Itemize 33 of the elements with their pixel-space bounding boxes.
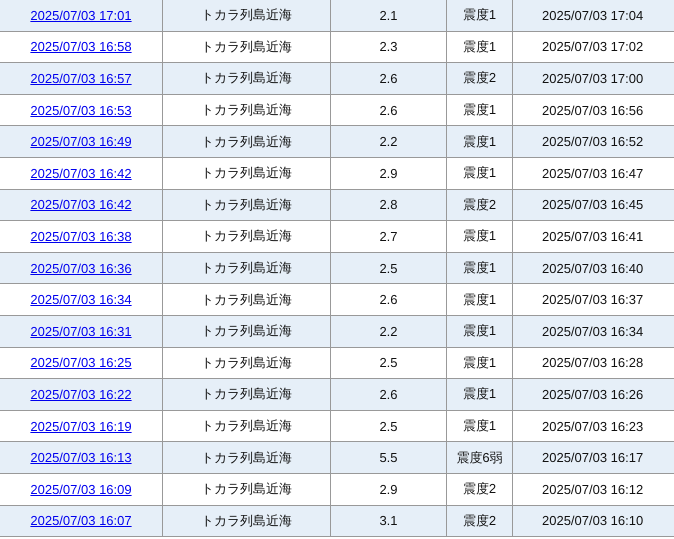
intensity-cell: 震度1 [446,378,512,410]
intensity-cell: 震度1 [446,315,512,348]
region-cell: トカラ列島近海 [162,378,330,410]
intensity-cell: 震度2 [446,473,512,505]
region-cell: トカラ列島近海 [162,0,330,32]
region-cell: トカラ列島近海 [162,284,330,316]
intensity-cell: 震度1 [446,220,512,252]
magnitude-cell: 2.9 [330,157,446,190]
intensity-cell: 震度1 [446,157,512,190]
magnitude-cell: 2.2 [330,315,446,348]
region-cell: トカラ列島近海 [162,442,330,474]
region-cell: トカラ列島近海 [162,505,330,537]
region-cell: トカラ列島近海 [162,126,330,158]
magnitude-cell: 2.6 [330,284,446,316]
intensity-cell: 震度1 [446,126,512,158]
magnitude-cell: 2.9 [330,473,446,505]
intensity-cell: 震度1 [446,0,512,32]
magnitude-cell: 3.1 [330,505,446,537]
magnitude-cell: 2.2 [330,126,446,158]
intensity-cell: 震度2 [446,62,512,94]
region-cell: トカラ列島近海 [162,473,330,505]
region-cell: トカラ列島近海 [162,220,330,252]
intensity-cell: 震度1 [446,284,512,316]
intensity-cell: 震度6弱 [446,442,512,474]
magnitude-cell: 2.6 [330,62,446,94]
intensity-cell: 震度2 [446,505,512,537]
region-cell: トカラ列島近海 [162,315,330,348]
magnitude-cell: 2.1 [330,0,446,32]
magnitude-cell: 2.6 [330,378,446,410]
magnitude-cell: 5.5 [330,442,446,474]
region-cell: トカラ列島近海 [162,157,330,190]
magnitude-cell: 2.7 [330,220,446,252]
region-cell: トカラ列島近海 [162,62,330,94]
